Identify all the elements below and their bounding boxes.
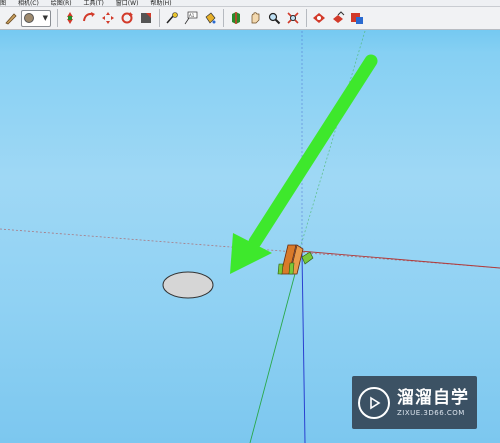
tape-measure-icon[interactable] [163,10,180,27]
warehouse-icon[interactable] [310,10,327,27]
chevron-down-icon: ▼ [42,14,48,22]
green-axis-solid [249,254,301,443]
pencil-icon[interactable] [2,10,19,27]
component-icon[interactable] [329,10,346,27]
model-figure [277,244,314,275]
menu-help[interactable]: 帮助(H) [150,0,171,6]
watermark-title: 溜溜自学 [397,387,469,408]
svg-text:A1: A1 [189,13,195,18]
watermark: 溜溜自学 ZIXUE.3D66.COM [352,376,477,429]
green-axis [297,31,366,256]
menu-draw[interactable]: 绘图(R) [51,0,72,6]
shape-icon[interactable] [137,10,154,27]
menu-camera[interactable]: 相机(C) [18,0,39,6]
style-dropdown[interactable]: ▼ [21,9,51,27]
toolbar-separator [159,9,160,27]
text-icon[interactable]: A1 [182,10,199,27]
rotate-icon[interactable] [80,10,97,27]
menu-window[interactable]: 窗口(W) [116,0,139,6]
reset-icon[interactable] [99,10,116,27]
pan-icon[interactable] [246,10,263,27]
toolbar-separator [223,9,224,27]
move-icon[interactable] [61,10,78,27]
color-swatch-icon [24,13,34,23]
refresh-icon[interactable] [118,10,135,27]
toolbar-separator [306,9,307,27]
ellipse-shape [162,271,214,299]
paint-bucket-icon[interactable] [201,10,218,27]
toolbar-separator [57,9,58,27]
menu-bar: 图 相机(C) 绘图(R) 工具(T) 窗口(W) 帮助(H) [0,0,500,7]
blue-axis-solid [301,252,306,443]
green-arrow [230,54,378,274]
play-logo-icon [358,386,390,419]
menu-item[interactable]: 图 [0,0,6,6]
orbit-icon[interactable] [227,10,244,27]
zoom-icon[interactable] [265,10,282,27]
share-icon[interactable] [348,10,365,27]
watermark-url: ZIXUE.3D66.COM [397,408,465,417]
red-axis-solid [299,250,500,269]
toolbar: ▼ A1 [0,7,500,30]
zoom-extents-icon[interactable] [284,10,301,27]
menu-tools[interactable]: 工具(T) [84,0,104,6]
